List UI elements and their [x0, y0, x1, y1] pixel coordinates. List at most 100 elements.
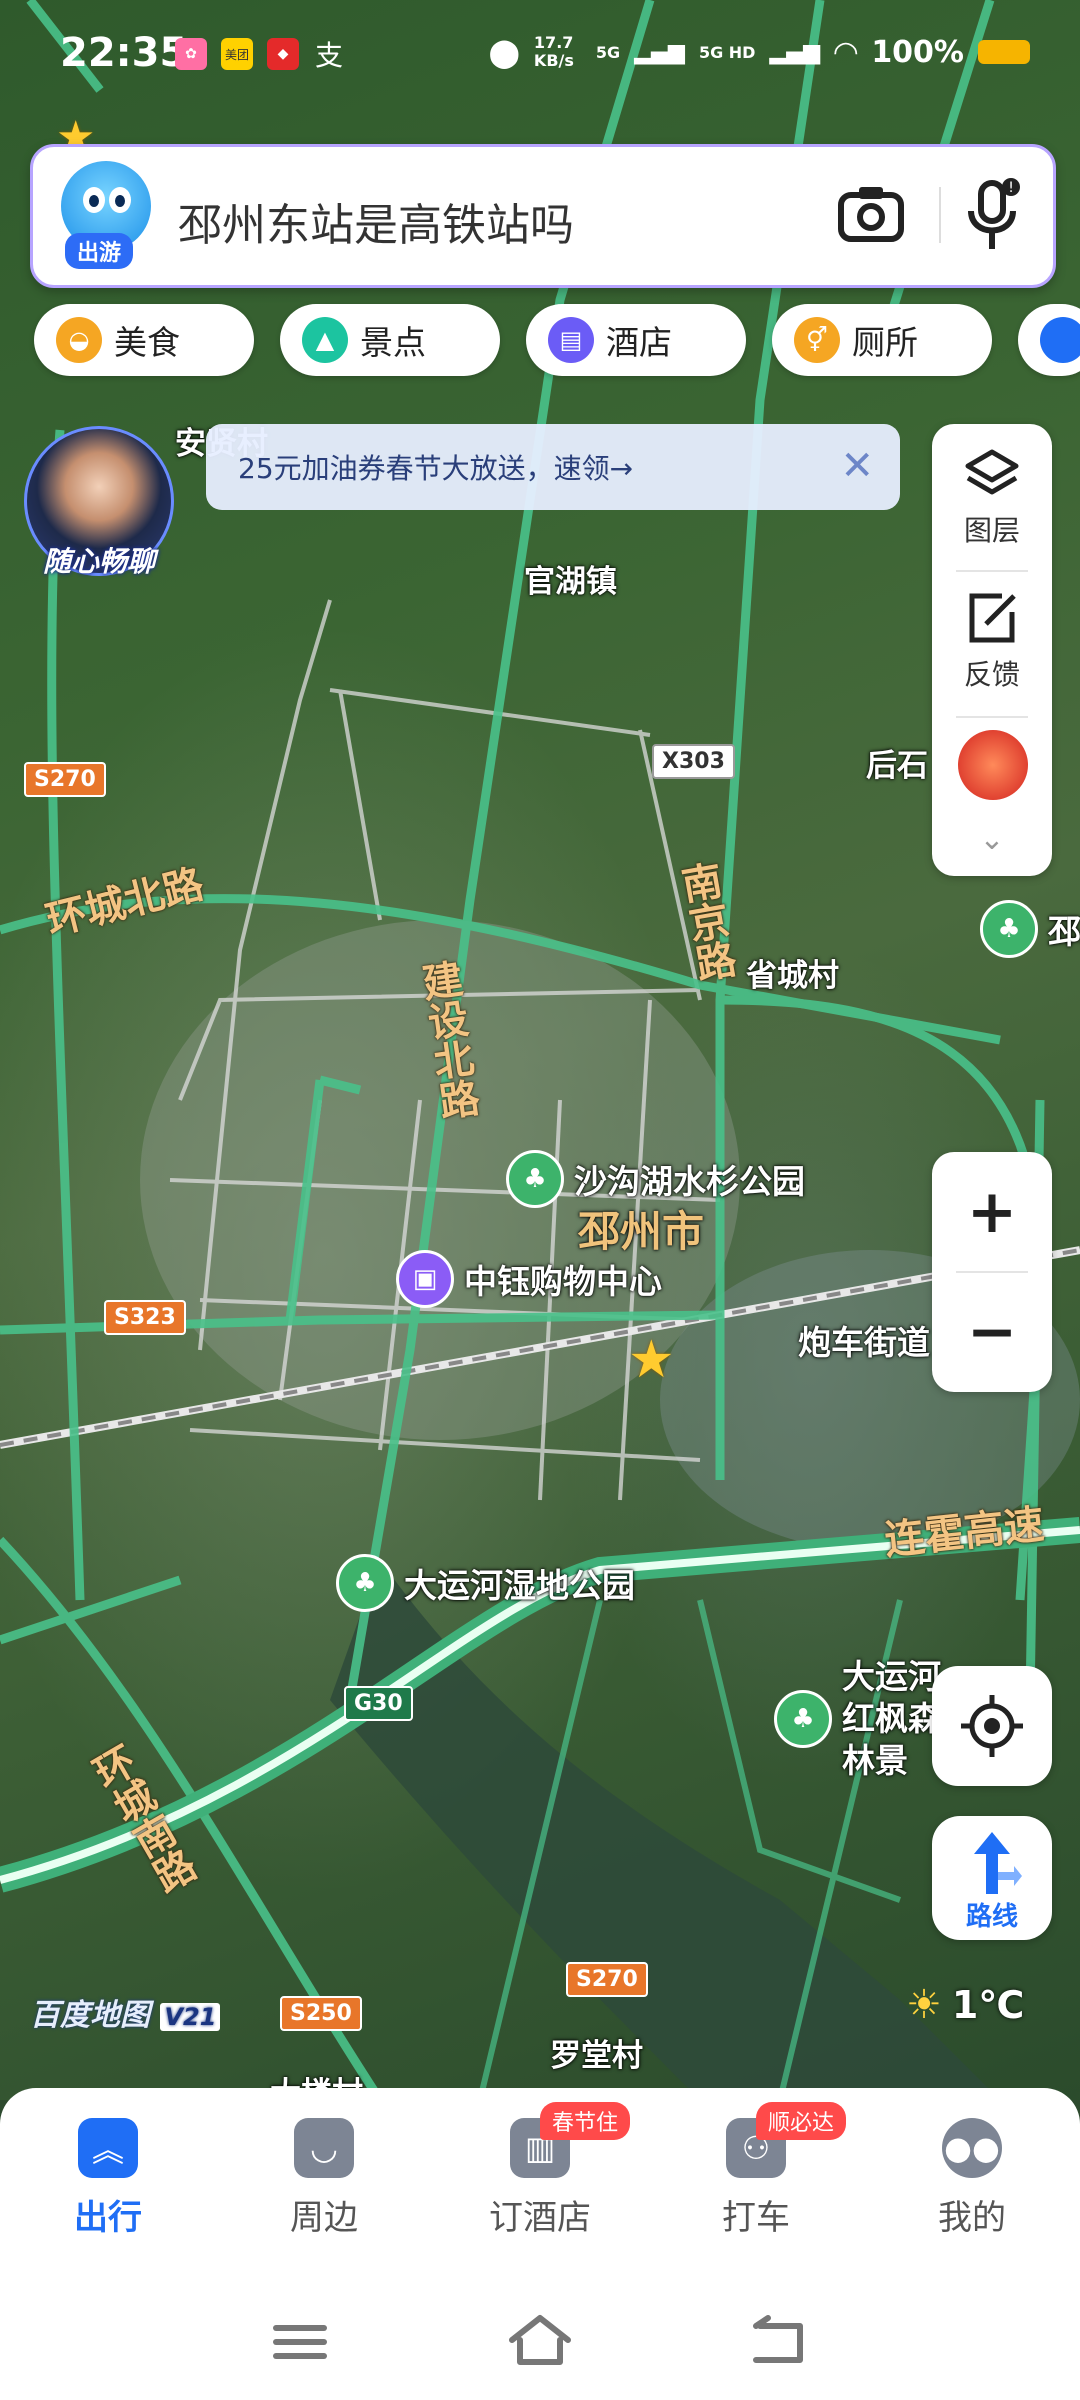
poi-marker[interactable]: ♣ 沙沟湖水杉公园 [506, 1150, 805, 1208]
search-bar[interactable]: 出游 邳州东站是高铁站吗 ! [30, 144, 1056, 288]
category-chip-hotel[interactable]: ▤ 酒店 [526, 304, 746, 376]
poi-name: 大运河湿地公园 [404, 1566, 635, 1605]
route-label: 路线 [965, 1902, 1018, 1932]
more-icon [1040, 317, 1080, 363]
category-chip-more[interactable] [1018, 304, 1080, 376]
divider [939, 187, 941, 243]
area-label: 炮车街道 [798, 1323, 930, 1362]
route-button[interactable]: 路线 [932, 1816, 1052, 1940]
location-icon: ⬤ [488, 35, 520, 69]
category-chip-scenery[interactable]: ▲ 景点 [280, 304, 500, 376]
layers-icon [965, 449, 1019, 495]
profile-icon: ●● [942, 2118, 1002, 2178]
home-icon[interactable] [500, 2306, 580, 2376]
battery-percent: 100% [871, 34, 964, 70]
road-shield: S270 [24, 762, 106, 797]
temperature: 1℃ [951, 1983, 1025, 2027]
nav-label: 订酒店 [489, 2198, 591, 2238]
chip-label: 美食 [114, 323, 180, 362]
road-shield: S323 [104, 1300, 186, 1335]
app-a-icon: ✿ [175, 38, 207, 70]
zoom-out-button[interactable]: − [932, 1272, 1052, 1392]
signal-5ghd-label: 5G HD [698, 42, 756, 62]
feedback-label: 反馈 [963, 658, 1020, 691]
status-app-icons: ✿ 美团 ◆ 支 [175, 38, 345, 72]
search-input[interactable]: 邳州东站是高铁站吗 [178, 189, 574, 253]
layers-button[interactable]: 图层 [932, 446, 1052, 549]
hotel-icon: ▤ [548, 317, 594, 363]
system-navigation-bar [0, 2280, 1080, 2400]
festival-promo-icon[interactable] [958, 730, 1028, 800]
edit-icon [969, 593, 1016, 643]
chevron-down-icon[interactable]: ⌄ [932, 822, 1052, 857]
town-label: 官湖镇 [524, 564, 617, 600]
nav-nearby[interactable]: ◡ 周边 [244, 2118, 404, 2239]
poi-name: 邳森 [1048, 912, 1080, 951]
status-right: ⬤ 17.7 KB/s 5G ▂▄▆ 5G HD ▂▄▆ ◠ 100% [489, 34, 1030, 70]
poi-name: 中钰购物中心 [464, 1262, 662, 1301]
park-icon: ♣ [774, 1690, 832, 1748]
road-shield: G30 [344, 1686, 413, 1721]
town-label: 罗堂村 [550, 2038, 643, 2074]
bottom-navigation: ︽ 出行 ◡ 周边 ▥ 订酒店 春节住 ⚇ 打车 顺必达 ●● 我的 [0, 2088, 1080, 2280]
ai-chat-avatar[interactable]: 随心畅聊 [24, 426, 174, 578]
star-marker-icon[interactable]: ★ [628, 1330, 675, 1390]
nav-taxi[interactable]: ⚇ 打车 顺必达 [676, 2102, 847, 2239]
bag-icon: ◡ [294, 2118, 354, 2178]
nav-label: 打车 [722, 2198, 790, 2238]
brand-version: V21 [160, 2003, 221, 2031]
alipay-icon: 支 [314, 39, 343, 72]
road-shield: S270 [566, 1962, 648, 1997]
shopping-bag-icon: ▣ [396, 1250, 454, 1308]
zoom-control: + − [932, 1152, 1052, 1392]
zoom-in-button[interactable]: + [932, 1152, 1052, 1272]
poi-name: 大运河红枫森林景 [842, 1657, 941, 1780]
app-b-icon: ◆ [267, 38, 299, 70]
nav-travel[interactable]: ︽ 出行 [28, 2118, 188, 2239]
close-icon[interactable]: ✕ [840, 444, 874, 488]
menu-icon[interactable] [260, 2306, 340, 2376]
chip-label: 酒店 [606, 323, 672, 362]
map-tools-panel: 图层 反馈 ⌄ [932, 424, 1052, 876]
battery-icon [978, 40, 1030, 64]
scenery-icon: ▲ [302, 317, 348, 363]
category-chip-toilet[interactable]: ⚥ 厕所 [772, 304, 992, 376]
poi-marker[interactable]: ▣ 中钰购物中心 [396, 1250, 662, 1308]
sun-icon: ☀ [906, 1982, 942, 2028]
poi-marker[interactable]: ♣ 邳森 [980, 900, 1080, 958]
divider [956, 716, 1028, 718]
back-icon[interactable] [740, 2306, 820, 2376]
meituan-icon: 美团 [221, 38, 253, 70]
category-chip-food[interactable]: ◒ 美食 [34, 304, 254, 376]
weather-widget[interactable]: ☀ 1℃ [906, 1982, 1024, 2028]
feedback-button[interactable]: 反馈 [932, 590, 1052, 693]
divider [956, 570, 1028, 572]
locate-button[interactable] [932, 1666, 1052, 1786]
road-shield: X303 [652, 744, 735, 779]
poi-marker[interactable]: ♣ 大运河湿地公园 [336, 1554, 635, 1612]
road-shield: S250 [280, 1996, 362, 2031]
crosshair-icon [961, 1695, 1023, 1757]
poi-name: 沙沟湖水杉公园 [574, 1162, 805, 1201]
layers-label: 图层 [963, 514, 1020, 547]
camera-icon[interactable] [837, 183, 905, 243]
signal-icon: ▂▄▆ [769, 39, 821, 65]
food-icon: ◒ [56, 317, 102, 363]
brand-name: 百度地图 [30, 1998, 150, 2033]
toilet-icon: ⚥ [794, 317, 840, 363]
nav-profile[interactable]: ●● 我的 [892, 2118, 1052, 2239]
promo-tag: 春节住 [540, 2102, 631, 2140]
mic-icon[interactable]: ! [963, 177, 1023, 253]
promo-banner[interactable]: 25元加油券春节大放送，速领→ ✕ [206, 424, 900, 510]
status-time: 22:35 [60, 30, 188, 76]
nav-hotel[interactable]: ▥ 订酒店 春节住 [460, 2102, 631, 2239]
poi-marker[interactable]: ♣ 大运河红枫森林景 [774, 1656, 942, 1782]
park-icon: ♣ [980, 900, 1038, 958]
status-bar: 22:35 ✿ 美团 ◆ 支 ⬤ 17.7 KB/s 5G ▂▄▆ 5G HD … [0, 0, 1080, 110]
ai-chat-label: 随心畅聊 [42, 545, 155, 578]
route-arrow-icon [974, 1832, 1022, 1894]
map-brand-logo: 百度地图 V21 [30, 1990, 221, 2034]
park-icon: ♣ [506, 1150, 564, 1208]
net-speed: 17.7 KB/s [533, 33, 574, 70]
wifi-icon: ◠ [834, 34, 858, 70]
